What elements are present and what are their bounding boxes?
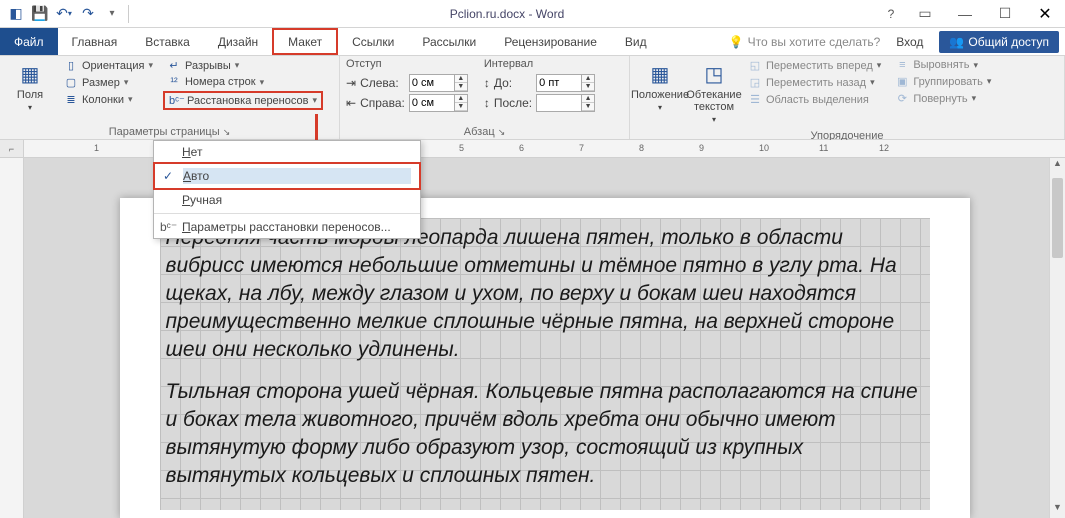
spacing-before-input[interactable]: ▲▼ [536, 74, 595, 92]
wrap-icon: ◳ [705, 62, 724, 87]
document-text[interactable]: Передняя часть морды леопарда лишена пят… [166, 224, 924, 490]
rotate-icon: ⟳ [895, 92, 909, 105]
indent-left-input[interactable]: ▲▼ [409, 74, 468, 92]
maximize-button[interactable]: ☐ [985, 0, 1025, 28]
hyph-options[interactable]: bᶜ⁻ Параметры расстановки переносов... [154, 216, 420, 238]
spacing-after-input[interactable]: ▲▼ [536, 94, 595, 112]
group-button[interactable]: ▣Группировать▾ [891, 74, 995, 89]
indent-right-label: Справа: [360, 96, 405, 110]
tab-review[interactable]: Рецензирование [490, 28, 611, 55]
group-icon: ▣ [895, 75, 909, 88]
columns-button[interactable]: ≣Колонки▾ [60, 92, 157, 107]
hyphenation-dropdown: Нет ✓ Авто Ручная bᶜ⁻ Параметры расстановк… [153, 140, 421, 239]
window-title: Pclion.ru.docx - Word [137, 7, 877, 21]
scroll-up-icon[interactable]: ▲ [1050, 158, 1065, 174]
indent-right-input[interactable]: ▲▼ [409, 94, 468, 112]
qat-customize-icon[interactable]: ▾ [102, 4, 122, 24]
linenum-icon: ¹² [167, 76, 181, 88]
spacing-before-label: До: [494, 76, 532, 90]
hyph-auto[interactable]: ✓ Авто [153, 162, 421, 190]
backward-icon: ◲ [748, 76, 762, 89]
redo-icon[interactable]: ↷ [78, 4, 98, 24]
wrap-button[interactable]: ◳Обтекание текстом▾ [690, 58, 738, 128]
orientation-icon: ▯ [64, 59, 78, 72]
save-icon[interactable]: 💾 [30, 4, 50, 24]
align-icon: ≡ [895, 59, 909, 71]
ribbon-tabs: Файл Главная Вставка Дизайн Макет Ссылки… [0, 28, 1065, 56]
sign-in[interactable]: Вход [886, 35, 933, 49]
size-button[interactable]: ▢Размер▾ [60, 75, 157, 90]
position-button[interactable]: ▦Положение▾ [636, 58, 684, 116]
orientation-button[interactable]: ▯Ориентация▾ [60, 58, 157, 73]
spacing-after-icon: ↕ [484, 96, 490, 110]
align-button[interactable]: ≡Выровнять▾ [891, 58, 995, 72]
tab-home[interactable]: Главная [58, 28, 132, 55]
indent-left-label: Слева: [360, 76, 405, 90]
close-button[interactable]: ✕ [1025, 0, 1065, 28]
share-button[interactable]: 👥Общий доступ [939, 31, 1059, 53]
group-arrange: ▦Положение▾ ◳Обтекание текстом▾ ◱Перемес… [630, 56, 1065, 139]
group-paragraph: Отступ ⇥ Слева: ▲▼ ⇤ Справа: ▲▼ Интервал… [340, 56, 630, 139]
line-numbers-button[interactable]: ¹²Номера строк▾ [163, 75, 323, 89]
selection-icon: ☰ [748, 93, 762, 106]
columns-icon: ≣ [64, 93, 78, 106]
bulb-icon: 💡 [729, 35, 744, 49]
vertical-ruler[interactable] [0, 158, 24, 518]
breaks-icon: ↵ [167, 59, 181, 72]
titlebar: ◧ 💾 ↶▾ ↷ ▾ Pclion.ru.docx - Word ? ▭ — ☐… [0, 0, 1065, 28]
ribbon-options-icon[interactable]: ▭ [905, 0, 945, 28]
breaks-button[interactable]: ↵Разрывы▾ [163, 58, 323, 73]
quick-access-toolbar: ◧ 💾 ↶▾ ↷ ▾ [0, 4, 137, 24]
tab-insert[interactable]: Вставка [131, 28, 204, 55]
hyph-auto-label: Авто [183, 168, 411, 184]
indent-left-icon: ⇥ [346, 76, 356, 90]
forward-icon: ◱ [748, 59, 762, 72]
scroll-down-icon[interactable]: ▼ [1050, 502, 1065, 518]
ruler-corner: ⌐ [0, 140, 24, 158]
hyph-none-label: Нет [182, 145, 202, 159]
hyphenation-icon: bᶜ⁻ [169, 94, 183, 107]
selection-pane-button[interactable]: ☰Область выделения [744, 92, 885, 107]
undo-icon[interactable]: ↶▾ [54, 4, 74, 24]
group-label-paragraph: Абзац ↘ [346, 124, 623, 139]
tab-view[interactable]: Вид [611, 28, 661, 55]
help-icon[interactable]: ? [877, 7, 905, 21]
tab-layout[interactable]: Макет [272, 28, 338, 55]
group-page-setup: ▦ Поля ▾ ▯Ориентация▾ ▢Размер▾ ≣Колонки▾… [0, 56, 340, 139]
group-label-pagesetup: Параметры страницы ↘ [6, 124, 333, 139]
ribbon: ▦ Поля ▾ ▯Ориентация▾ ▢Размер▾ ≣Колонки▾… [0, 56, 1065, 140]
hyph-manual-label: Ручная [182, 193, 222, 207]
scroll-thumb[interactable] [1052, 178, 1063, 258]
tab-design[interactable]: Дизайн [204, 28, 272, 55]
page: Передняя часть морды леопарда лишена пят… [120, 198, 970, 518]
share-icon: 👥 [949, 35, 964, 49]
hyphenation-button[interactable]: bᶜ⁻Расстановка переносов▾ [163, 91, 323, 110]
spacing-after-label: После: [494, 96, 532, 110]
hyph-manual[interactable]: Ручная [154, 189, 420, 211]
hyph-none[interactable]: Нет [154, 141, 420, 163]
send-backward-button[interactable]: ◲Переместить назад▾ [744, 75, 885, 90]
hyph-options-icon: bᶜ⁻ [160, 220, 177, 234]
size-icon: ▢ [64, 76, 78, 89]
rotate-button[interactable]: ⟳Повернуть▾ [891, 91, 995, 106]
spacing-before-icon: ↕ [484, 76, 490, 90]
margins-icon: ▦ [21, 62, 40, 87]
tab-references[interactable]: Ссылки [338, 28, 408, 55]
bring-forward-button[interactable]: ◱Переместить вперед▾ [744, 58, 885, 73]
indent-right-icon: ⇤ [346, 96, 356, 110]
hyph-options-label: Параметры расстановки переносов... [182, 220, 391, 234]
word-icon: ◧ [6, 4, 26, 24]
tab-file[interactable]: Файл [0, 28, 58, 55]
tell-me[interactable]: 💡Что вы хотите сделать? [729, 35, 881, 49]
vertical-scrollbar[interactable]: ▲ ▼ [1049, 158, 1065, 518]
position-icon: ▦ [651, 62, 670, 87]
tab-mailings[interactable]: Рассылки [408, 28, 490, 55]
minimize-button[interactable]: — [945, 0, 985, 28]
check-icon: ✓ [163, 169, 173, 183]
margins-button[interactable]: ▦ Поля ▾ [6, 58, 54, 116]
